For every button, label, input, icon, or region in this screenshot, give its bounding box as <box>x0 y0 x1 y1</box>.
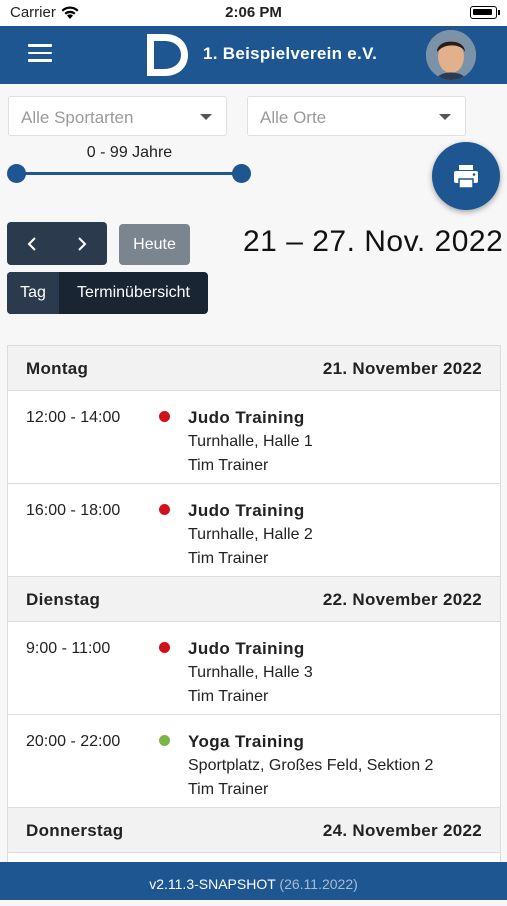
previous-week-button[interactable] <box>7 222 57 265</box>
clock: 2:06 PM <box>225 4 282 21</box>
battery-icon <box>470 6 500 19</box>
next-week-button[interactable] <box>57 222 107 265</box>
age-range-label: 0 - 99 Jahre <box>86 144 173 161</box>
date-range-title: 21 – 27. Nov. 2022 <box>243 225 504 258</box>
day-view-tab[interactable]: Tag <box>7 272 59 314</box>
sport-color-dot <box>159 411 170 422</box>
day-name: Dienstag <box>26 590 101 609</box>
age-min-handle[interactable] <box>7 164 26 183</box>
menu-icon[interactable] <box>28 44 52 62</box>
event-trainer: Tim Trainer <box>188 781 269 798</box>
sport-filter-value: Alle Sportarten <box>21 108 134 127</box>
event-place: Turnhalle, Halle 1 <box>188 433 313 450</box>
day-name: Donnerstag <box>26 821 124 840</box>
sport-color-dot <box>159 504 170 515</box>
event-place: Turnhalle, Halle 3 <box>188 664 313 681</box>
event-title: Judo Training <box>188 639 305 658</box>
schedule-list: Montag 21. November 2022 12:00 - 14:00 J… <box>7 345 501 865</box>
event-place: Turnhalle, Halle 2 <box>188 526 313 543</box>
chevron-left-icon <box>27 236 36 251</box>
view-switcher: Tag Terminübersicht <box>7 272 208 314</box>
day-header: Donnerstag 24. November 2022 <box>8 808 500 853</box>
app-footer: v2.11.3-SNAPSHOT (26.11.2022) <box>0 862 507 900</box>
day-date: 21. November 2022 <box>322 359 482 378</box>
event-trainer: Tim Trainer <box>188 550 269 567</box>
chevron-down-icon <box>439 114 451 120</box>
avatar-portrait-icon <box>426 30 476 80</box>
user-avatar[interactable] <box>426 30 476 80</box>
status-bar: Carrier 2:06 PM <box>0 0 507 26</box>
day-date: 22. November 2022 <box>322 590 482 609</box>
event-place: Sportplatz, Großes Feld, Sektion 2 <box>188 757 434 774</box>
event-item[interactable]: 20:00 - 22:00 Yoga Training Sportplatz, … <box>8 715 500 808</box>
age-max-handle[interactable] <box>232 164 251 183</box>
print-button[interactable] <box>432 142 500 210</box>
printer-icon <box>454 165 478 189</box>
event-trainer: Tim Trainer <box>188 688 269 705</box>
day-name: Montag <box>26 359 89 378</box>
club-logo <box>147 34 188 76</box>
build-date-label: (26.11.2022) <box>279 876 358 892</box>
event-time: 9:00 - 11:00 <box>26 640 111 657</box>
age-range-track[interactable] <box>17 172 241 175</box>
app-header: 1. Beispielverein e.V. <box>0 26 507 84</box>
overview-tab[interactable]: Terminübersicht <box>59 272 208 314</box>
event-title: Judo Training <box>188 501 305 520</box>
day-date: 24. November 2022 <box>322 821 482 840</box>
day-header: Montag 21. November 2022 <box>8 346 500 391</box>
chevron-right-icon <box>78 236 87 251</box>
event-time: 20:00 - 22:00 <box>26 733 121 750</box>
event-time: 16:00 - 18:00 <box>26 502 121 519</box>
event-title: Judo Training <box>188 408 305 427</box>
day-header: Dienstag 22. November 2022 <box>8 577 500 622</box>
event-item[interactable]: 12:00 - 14:00 Judo Training Turnhalle, H… <box>8 391 500 484</box>
sport-color-dot <box>159 735 170 746</box>
sport-color-dot <box>159 642 170 653</box>
event-title: Yoga Training <box>188 732 305 751</box>
event-item[interactable]: 16:00 - 18:00 Judo Training Turnhalle, H… <box>8 484 500 577</box>
today-button[interactable]: Heute <box>119 224 190 265</box>
event-item[interactable]: 9:00 - 11:00 Judo Training Turnhalle, Ha… <box>8 622 500 715</box>
version-label: v2.11.3-SNAPSHOT <box>149 876 276 892</box>
place-filter-select[interactable]: Alle Orte <box>247 96 466 136</box>
place-filter-value: Alle Orte <box>260 108 327 127</box>
chevron-down-icon <box>200 114 212 120</box>
week-navigation <box>7 222 107 265</box>
club-name: 1. Beispielverein e.V. <box>203 44 378 63</box>
event-trainer: Tim Trainer <box>188 457 269 474</box>
sport-filter-select[interactable]: Alle Sportarten <box>8 96 227 136</box>
event-time: 12:00 - 14:00 <box>26 409 121 426</box>
